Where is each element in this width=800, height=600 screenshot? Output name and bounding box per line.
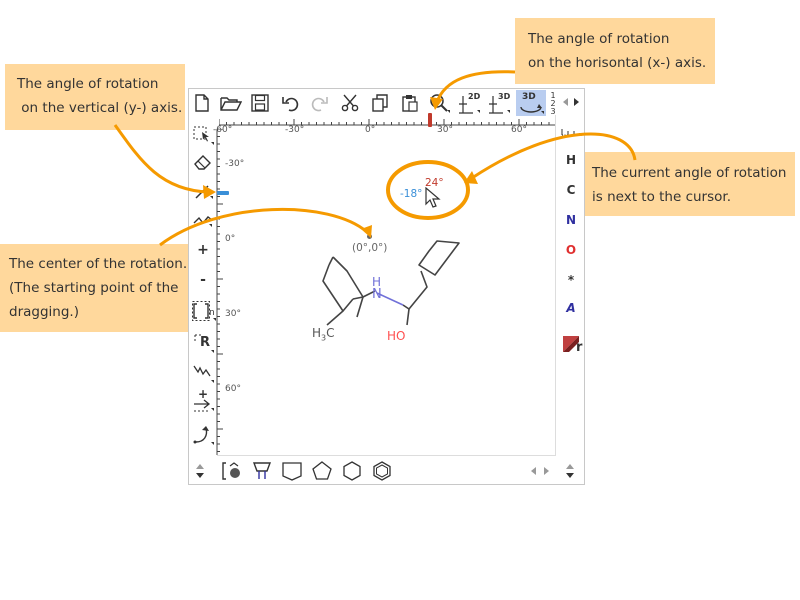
cyclopentane-icon bbox=[312, 461, 332, 480]
new-document-icon bbox=[195, 94, 209, 112]
template-functional-button[interactable] bbox=[249, 459, 275, 483]
reaction-arrow-button[interactable] bbox=[191, 361, 215, 385]
copy-button[interactable] bbox=[369, 91, 391, 115]
scroll-updown-icon bbox=[196, 464, 204, 478]
save-button[interactable] bbox=[249, 91, 271, 115]
undo-button[interactable] bbox=[279, 91, 301, 115]
charge-plus-label: + bbox=[197, 242, 209, 258]
benzene-icon bbox=[373, 461, 391, 481]
undo-icon bbox=[282, 97, 299, 112]
clean-3d-label: 3D bbox=[498, 92, 511, 101]
clean-3d-button[interactable]: 3D bbox=[487, 91, 511, 115]
atom-label-ch3[interactable]: H3C bbox=[312, 326, 335, 342]
bond-tool-button[interactable] bbox=[191, 181, 215, 203]
save-icon bbox=[251, 94, 269, 112]
charge-minus-button[interactable]: - bbox=[191, 269, 215, 291]
atom-n-button[interactable]: N bbox=[560, 213, 582, 227]
clean-2d-button[interactable]: 2D bbox=[457, 91, 481, 115]
redo-button[interactable] bbox=[309, 91, 331, 115]
wavy-arrow-icon bbox=[193, 365, 214, 383]
atom-any-button[interactable]: * bbox=[560, 273, 582, 287]
mapping-button[interactable] bbox=[191, 423, 215, 447]
eraser-button[interactable] bbox=[191, 151, 215, 173]
rotation-center-dot bbox=[367, 234, 372, 239]
scroll-updown-icon bbox=[566, 464, 574, 478]
periodic-table-label: r bbox=[576, 340, 583, 355]
template-library-icon bbox=[222, 462, 240, 480]
atom-label-nh-n[interactable]: N bbox=[372, 287, 382, 302]
bottom-scroll-right[interactable] bbox=[563, 461, 577, 481]
scroll-leftright-icon bbox=[531, 467, 549, 475]
template-library-button[interactable] bbox=[219, 459, 245, 483]
copy-icon bbox=[372, 94, 388, 112]
charge-plus-button[interactable]: + bbox=[191, 239, 215, 261]
rotate-3d-button[interactable]: 3D bbox=[516, 90, 546, 116]
cut-icon bbox=[341, 94, 359, 112]
cut-button[interactable] bbox=[339, 91, 361, 115]
zoom-button[interactable] bbox=[427, 91, 451, 115]
ch3-h: H bbox=[312, 326, 322, 340]
cyclobutane-icon bbox=[282, 462, 302, 481]
select-rectangle-icon bbox=[193, 126, 214, 145]
toolbar-scroll-arrows[interactable] bbox=[561, 93, 581, 111]
numbering-button[interactable]: 1 2 3 bbox=[547, 90, 559, 118]
select-tool-button[interactable] bbox=[191, 123, 215, 147]
rotation-center-label: (0°,0°) bbox=[352, 242, 388, 254]
rgroup-label: R bbox=[200, 335, 211, 350]
zoom-icon bbox=[430, 94, 450, 113]
ch3-c: C bbox=[326, 326, 335, 340]
rotate-3d-label: 3D bbox=[522, 92, 536, 102]
ruler-dotted-icon bbox=[561, 129, 582, 136]
sgroup-button[interactable]: n bbox=[191, 299, 217, 323]
bottom-scroll-leftright[interactable] bbox=[529, 463, 551, 479]
reaction-plus-button[interactable]: + bbox=[191, 387, 215, 413]
atom-h-button[interactable]: H bbox=[560, 153, 582, 167]
charge-minus-label: - bbox=[200, 272, 206, 288]
eraser-icon bbox=[194, 155, 211, 170]
mapping-arrow-icon bbox=[193, 426, 214, 445]
cursor-arrow-icon bbox=[425, 187, 441, 208]
callout-center: The center of the rotation. (The startin… bbox=[0, 244, 190, 332]
periodic-table-button[interactable]: r bbox=[559, 333, 585, 357]
cyclopentane-button[interactable] bbox=[309, 459, 335, 483]
atom-o-button[interactable]: O bbox=[560, 243, 582, 257]
cyclohexane-button[interactable] bbox=[339, 459, 365, 483]
atom-c-button[interactable]: C bbox=[560, 183, 582, 197]
reaction-plus-label: + bbox=[198, 387, 209, 401]
chain-icon bbox=[193, 216, 213, 227]
template-tool-button[interactable] bbox=[559, 123, 583, 139]
clean-2d-label: 2D bbox=[468, 92, 481, 101]
atom-label-oh[interactable]: HO bbox=[387, 329, 405, 343]
paste-button[interactable] bbox=[399, 91, 421, 115]
open-button[interactable] bbox=[219, 91, 243, 115]
cyclohexane-icon bbox=[343, 461, 361, 481]
ketcher-editor: 2D 3D 3D 1 2 3 -60° -30° 0° 30° 60° -30°… bbox=[188, 88, 585, 485]
rgroup-button[interactable]: R bbox=[191, 331, 215, 355]
benzene-button[interactable] bbox=[369, 459, 395, 483]
callout-current-angle: The current angle of rotation is next to… bbox=[585, 152, 795, 216]
paste-icon bbox=[402, 95, 418, 112]
callout-vertical-axis: The angle of rotation on the vertical (y… bbox=[5, 64, 185, 130]
scroll-arrows-icon bbox=[563, 98, 579, 106]
new-document-button[interactable] bbox=[191, 91, 213, 115]
rotation-x-angle: -18° bbox=[400, 188, 423, 200]
sgroup-subscript: n bbox=[209, 308, 215, 318]
cyclobutane-button[interactable] bbox=[279, 459, 305, 483]
chain-tool-button[interactable] bbox=[191, 209, 215, 231]
functional-group-icon bbox=[252, 462, 272, 479]
open-folder-icon bbox=[220, 97, 242, 111]
single-bond-icon bbox=[195, 185, 213, 199]
atom-list-button[interactable]: A bbox=[560, 301, 582, 315]
callout-horizontal-axis: The angle of rotation on the horisontal … bbox=[515, 18, 715, 84]
bottom-scroll-left[interactable] bbox=[193, 461, 207, 481]
redo-icon bbox=[311, 97, 328, 112]
